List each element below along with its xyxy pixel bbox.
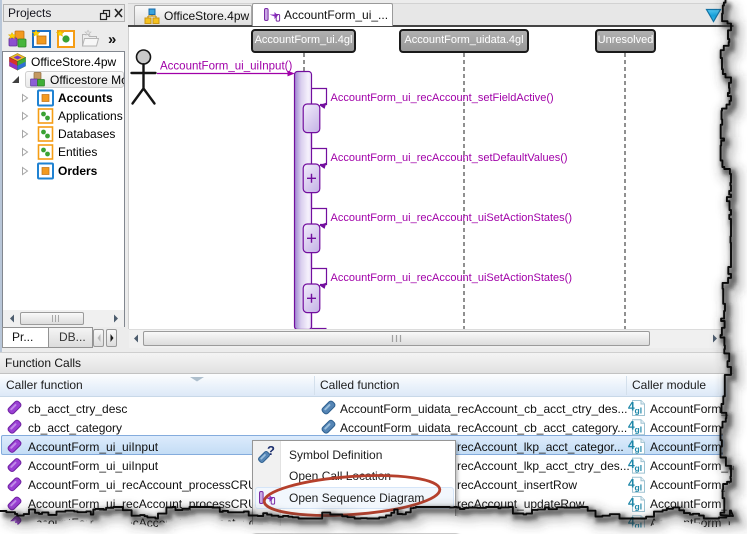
svg-text:AccountForm_ui_recAccount_uiSe: AccountForm_ui_recAccount_uiSetActionSta… xyxy=(331,212,573,224)
svg-text:AccountForm_ui_recAccount_setD: AccountForm_ui_recAccount_setDefaultValu… xyxy=(331,152,568,164)
svg-text:»: » xyxy=(108,31,116,48)
svg-text:?: ? xyxy=(267,443,275,458)
svg-text:AccountForm_ui_uiInput(): AccountForm_ui_uiInput() xyxy=(160,61,292,73)
svg-text:AccountForm_ui_recAccount_uiSe: AccountForm_ui_recAccount_uiSetActionSta… xyxy=(331,272,573,284)
svg-text:AccountForm_ui_recAccount_setF: AccountForm_ui_recAccount_setFieldActive… xyxy=(331,92,554,104)
